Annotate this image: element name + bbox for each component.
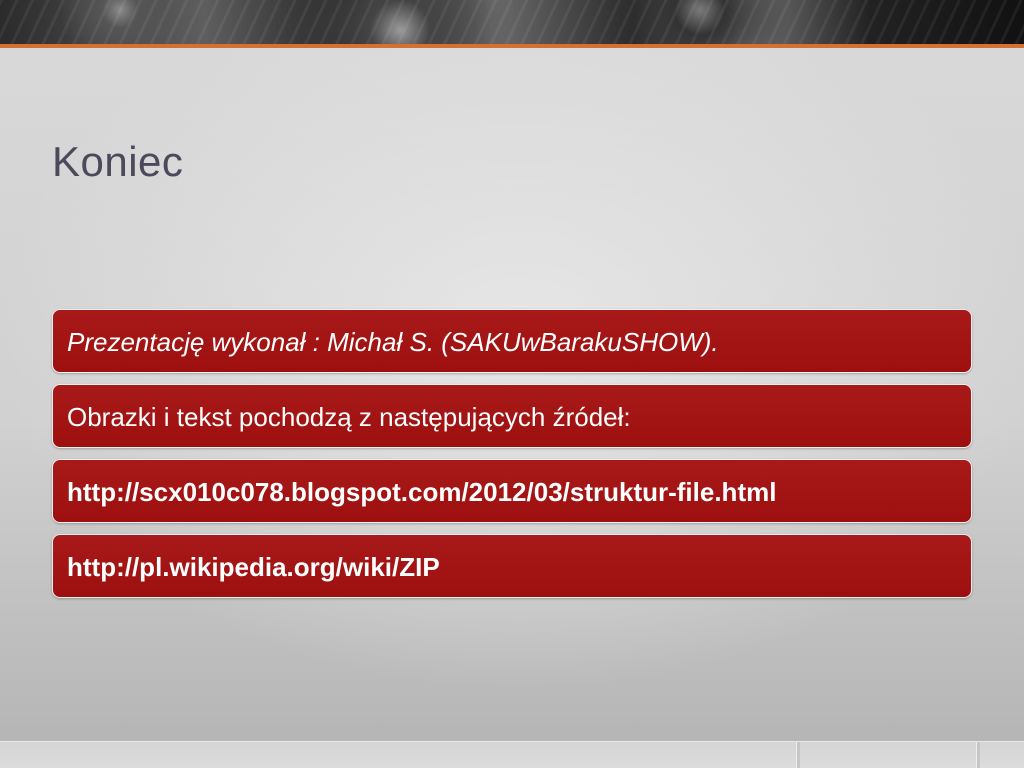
slide: Koniec Prezentację wykonał : Michał S. (… bbox=[0, 0, 1024, 768]
list-item-source-link-wikipedia[interactable]: http://pl.wikipedia.org/wiki/ZIP bbox=[52, 534, 972, 598]
footer-bar bbox=[0, 741, 1024, 768]
list-item-author: Prezentację wykonał : Michał S. (SAKUwBa… bbox=[52, 309, 972, 373]
footer-divider bbox=[796, 742, 800, 768]
accent-line bbox=[0, 44, 1024, 48]
list-item-sources-heading: Obrazki i tekst pochodzą z następujących… bbox=[52, 384, 972, 448]
header-texture bbox=[0, 0, 1024, 46]
slide-title: Koniec bbox=[52, 138, 184, 185]
footer-divider bbox=[976, 742, 980, 768]
list-item-source-link-blogspot[interactable]: http://scx010c078.blogspot.com/2012/03/s… bbox=[52, 459, 972, 523]
header-image-strip bbox=[0, 0, 1024, 46]
